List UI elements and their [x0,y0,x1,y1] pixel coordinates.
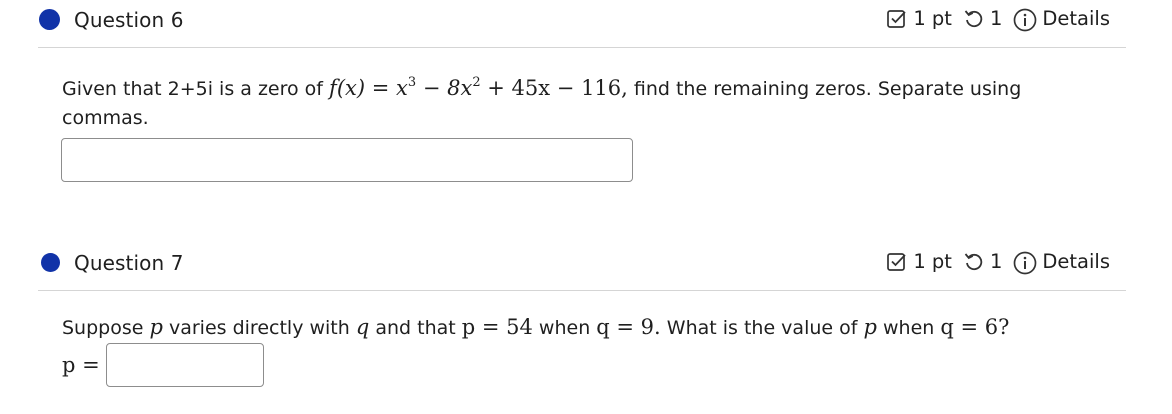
attempts-count: 1 [989,250,1003,273]
info-icon[interactable] [1013,8,1037,31]
question-header: Question 6 1 pt 1 Details [0,0,1172,40]
checkbox-check-icon [886,8,908,30]
answer-input[interactable] [61,138,633,182]
retry-icon [963,8,985,30]
question-header: Question 7 1 pt 1 Details [0,243,1172,283]
question-prompt: Suppose p varies directly with q and tha… [62,315,1010,339]
answer-row: p = [62,343,264,387]
details-link[interactable]: Details [1042,7,1110,30]
status-dot-icon [39,9,60,30]
points-label: 1 pt [913,250,952,273]
function-expression: f(x) = x3 − 8x2 + 45x − 116, [329,75,628,100]
question-title: Question 7 [74,251,184,275]
points-label: 1 pt [913,7,952,30]
divider [38,290,1126,291]
answer-label: p = [62,353,100,377]
question-meta: 1 pt 1 Details [886,250,1110,274]
checkbox-check-icon [886,251,908,273]
question-prompt: Given that 2+5i is a zero of f(x) = x3 −… [62,75,1022,129]
divider [38,47,1126,48]
question-title: Question 6 [74,8,184,32]
info-icon[interactable] [1013,251,1037,274]
question-meta: 1 pt 1 Details [886,7,1110,31]
status-dot-icon [41,253,60,272]
details-link[interactable]: Details [1042,250,1110,273]
answer-input[interactable] [105,343,264,387]
attempts-count: 1 [989,7,1003,30]
retry-icon [963,251,985,273]
